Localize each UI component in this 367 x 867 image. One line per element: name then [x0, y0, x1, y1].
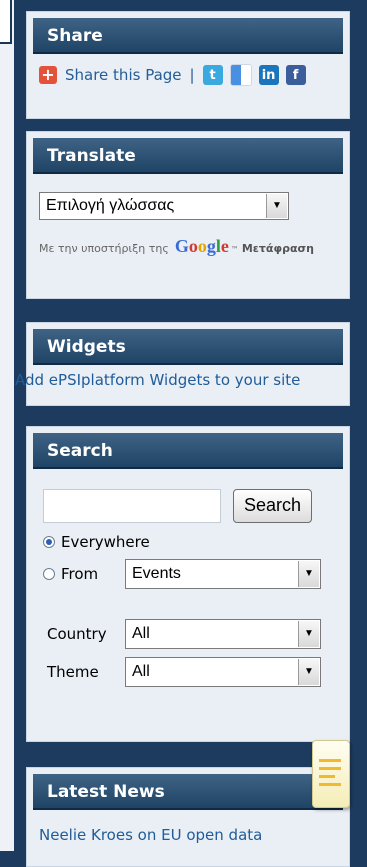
language-select[interactable]: Επιλογή γλώσσας ▼ — [39, 192, 289, 220]
search-body: Search Everywhere From Events ▼ Country … — [27, 469, 349, 687]
theme-select[interactable]: All ▼ — [125, 657, 321, 687]
share-separator: | — [189, 66, 195, 84]
share-header: Share — [33, 18, 343, 54]
chevron-down-icon[interactable]: ▼ — [298, 621, 319, 647]
google-logo[interactable]: Google — [175, 236, 229, 257]
search-button[interactable]: Search — [233, 489, 313, 523]
plus-icon[interactable]: + — [39, 66, 57, 84]
add-widgets-link[interactable]: Add ePSIplatform Widgets to your site — [15, 371, 349, 389]
search-input[interactable] — [43, 489, 221, 523]
notes-icon-line — [319, 783, 341, 786]
latest-news-header: Latest News — [33, 774, 343, 810]
google-translate-link[interactable]: Μετάφραση — [242, 242, 314, 255]
facebook-icon[interactable]: f — [285, 65, 306, 85]
from-option: From Events ▼ — [43, 559, 349, 589]
country-label: Country — [47, 625, 107, 643]
search-row: Search — [43, 489, 349, 523]
translate-body: Επιλογή γλώσσας ▼ Με την υποστήριξη της … — [27, 174, 349, 257]
widgets-header: Widgets — [33, 329, 343, 365]
share-row: + Share this Page | t in f — [39, 64, 343, 86]
news-item-link[interactable]: Neelie Kroes on EU open data — [27, 810, 349, 844]
country-row: Country All ▼ — [43, 619, 349, 649]
everywhere-label: Everywhere — [61, 533, 150, 551]
notes-icon-line — [319, 775, 335, 778]
theme-label: Theme — [47, 663, 99, 681]
notes-icon-line — [319, 767, 341, 770]
left-strip — [0, 0, 14, 851]
notes-icon[interactable] — [312, 740, 350, 808]
country-select-value: All — [132, 625, 150, 642]
share-body: + Share this Page | t in f — [27, 54, 349, 104]
share-widget: Share + Share this Page | t in f — [26, 11, 350, 119]
from-radio[interactable] — [43, 568, 55, 580]
share-this-page-link[interactable]: Share this Page — [65, 66, 182, 84]
translate-header: Translate — [33, 138, 343, 174]
country-select[interactable]: All ▼ — [125, 619, 321, 649]
linkedin-icon[interactable]: in — [258, 65, 279, 85]
translate-widget: Translate Επιλογή γλώσσας ▼ Με την υποστ… — [26, 131, 350, 299]
search-widget: Search Search Everywhere From Events ▼ C… — [26, 426, 350, 742]
widgets-widget: Widgets Add ePSIplatform Widgets to your… — [15, 322, 350, 406]
theme-select-value: All — [132, 663, 150, 680]
widgets-body: Add ePSIplatform Widgets to your site — [15, 365, 349, 389]
trademark: ™ — [230, 245, 239, 254]
search-header: Search — [33, 433, 343, 469]
chevron-down-icon[interactable]: ▼ — [266, 194, 287, 218]
delicious-icon[interactable] — [229, 64, 252, 86]
language-select-value: Επιλογή γλώσσας — [46, 197, 175, 214]
everywhere-radio[interactable] — [43, 536, 55, 548]
left-tab-edge — [0, 0, 12, 44]
latest-news-widget: Latest News Neelie Kroes on EU open data — [26, 767, 350, 867]
notes-icon-line — [319, 759, 341, 762]
powered-prefix: Με την υποστήριξη της — [39, 242, 169, 255]
from-select-value: Events — [132, 565, 181, 582]
from-label: From — [61, 565, 99, 583]
theme-row: Theme All ▼ — [43, 657, 349, 687]
twitter-icon[interactable]: t — [202, 65, 223, 85]
everywhere-option[interactable]: Everywhere — [43, 533, 349, 551]
chevron-down-icon[interactable]: ▼ — [298, 561, 319, 587]
from-select[interactable]: Events ▼ — [125, 559, 321, 589]
chevron-down-icon[interactable]: ▼ — [298, 659, 319, 685]
powered-by-google: Με την υποστήριξη της Google ™ Μετάφραση — [39, 236, 351, 257]
